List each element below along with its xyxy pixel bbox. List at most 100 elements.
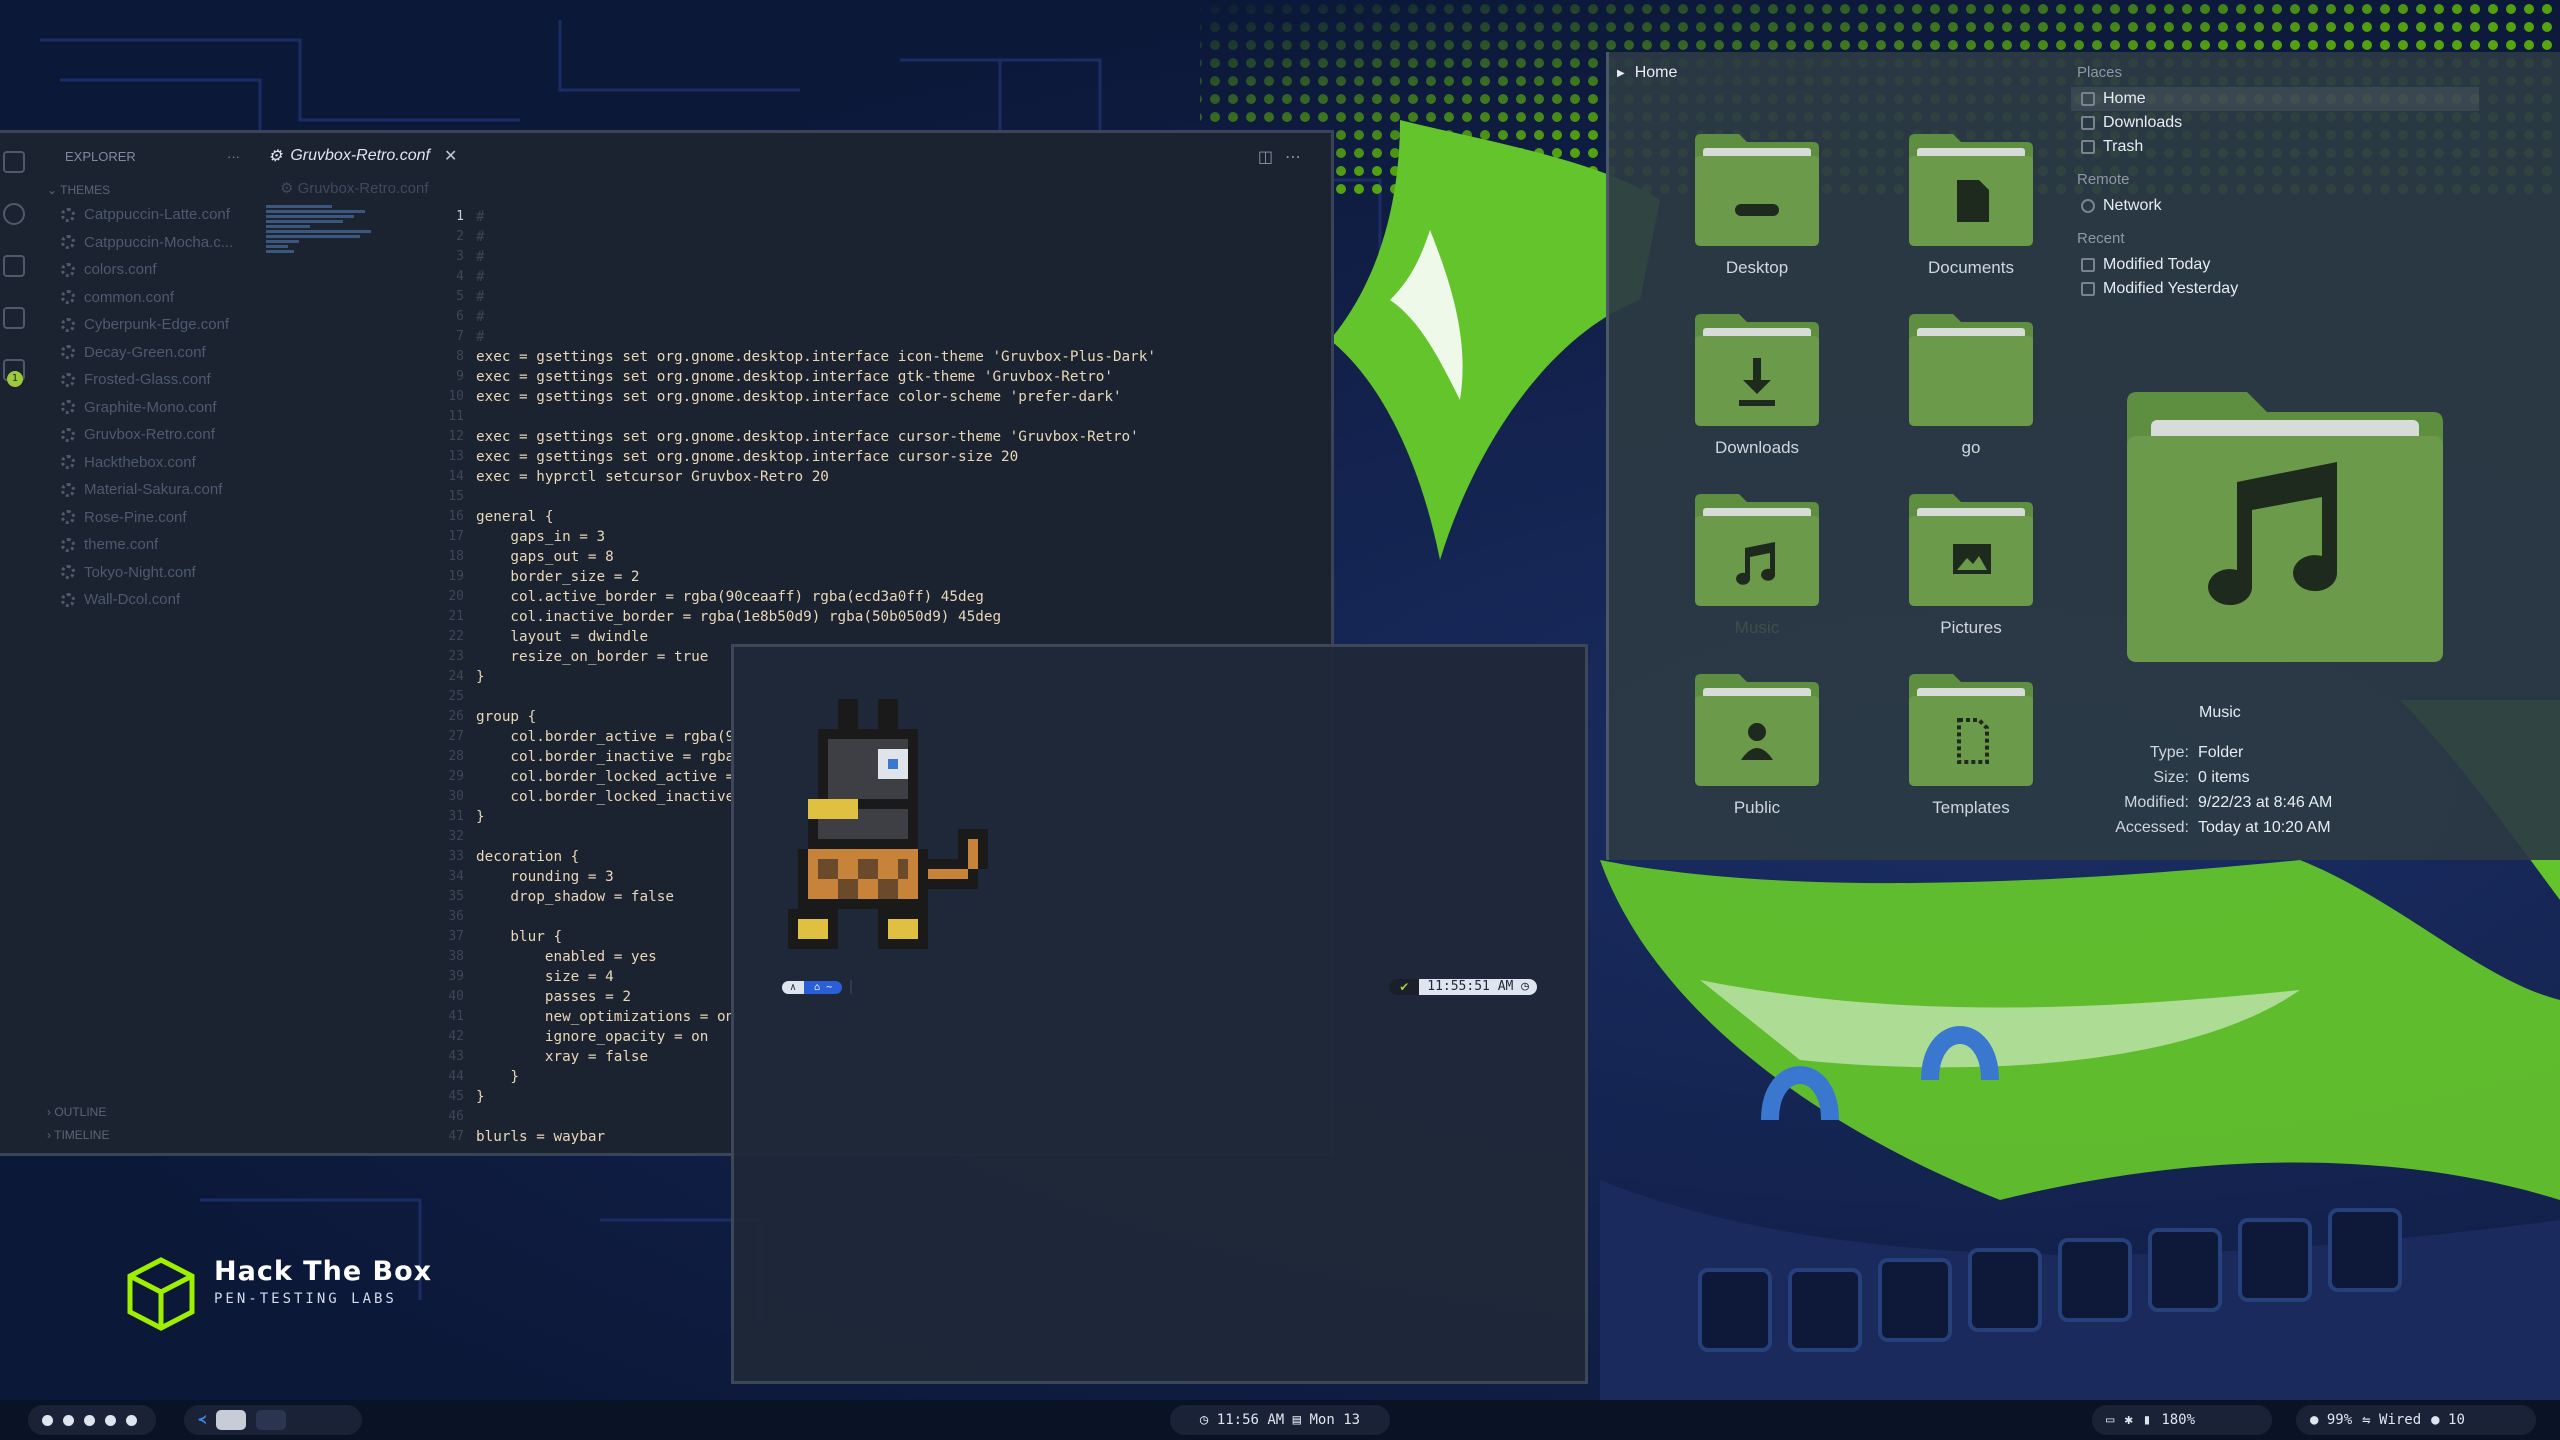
screenshot-icon[interactable] (126, 1414, 137, 1426)
file-item[interactable]: colors.conf (28, 256, 254, 284)
code-line: exec = gsettings set org.gnome.desktop.i… (476, 349, 1156, 365)
file-item[interactable]: Wall-Dcol.conf (28, 586, 254, 614)
battery-status: ● 99% (2310, 1412, 2353, 1428)
sidebar-item-modified-yesterday[interactable]: Modified Yesterday (2071, 277, 2531, 301)
prompt-time: 11:55:51 AM ◷ (1419, 979, 1537, 995)
tab-gruvbox-retro[interactable]: ⚙ Gruvbox-Retro.conf ✕ (268, 146, 457, 166)
sidebar-item-network[interactable]: Network (2071, 194, 2531, 218)
outline-section[interactable]: › OUTLINE (28, 1101, 254, 1124)
taskbar: ≺ ◷ 11:56 AM ▤ Mon 13 ▭ ✱ ▮ 180% ● 99% ⇋… (0, 1400, 2560, 1440)
display-icon[interactable]: ▭ (2106, 1412, 2114, 1428)
vscode-icon[interactable]: ≺ (198, 1412, 206, 1428)
ascii-art-comment: # (476, 209, 485, 225)
run-icon[interactable] (3, 307, 25, 329)
file-name: Cyberpunk-Edge.conf (84, 316, 230, 334)
network-status[interactable]: ⇋ Wired (2362, 1412, 2421, 1428)
status-tray-middle: ▭ ✱ ▮ 180% (2092, 1405, 2272, 1435)
location-bar[interactable]: ▶ Home (1617, 64, 1677, 82)
brand-tagline: PEN-TESTING LABS (214, 1291, 397, 1307)
gear-icon (61, 290, 75, 305)
line-number: 41 (448, 1009, 464, 1024)
themes-section[interactable]: ⌄ THEMES (28, 179, 254, 201)
htb-logo (127, 1257, 195, 1331)
file-item[interactable]: Frosted-Glass.conf (28, 366, 254, 394)
gear-icon (61, 235, 75, 250)
breadcrumb[interactable]: ⚙ Gruvbox-Retro.conf (254, 179, 1331, 201)
sidebar-item-home[interactable]: Home (2071, 87, 2479, 111)
file-item[interactable]: theme.conf (28, 531, 254, 559)
text-cursor (850, 980, 853, 994)
folder-item[interactable]: Music (1657, 490, 1857, 638)
file-item[interactable]: Tokyo-Night.conf (28, 559, 254, 587)
calendar-icon (2081, 282, 2095, 296)
outline-label: OUTLINE (54, 1105, 107, 1119)
minimap[interactable] (266, 203, 376, 323)
split-editor-icon[interactable]: ◫ (1258, 147, 1285, 166)
clipboard-icon[interactable] (63, 1414, 74, 1426)
line-number: 35 (448, 889, 464, 904)
line-number: 40 (448, 989, 464, 1004)
folder-label: Downloads (1714, 438, 1800, 457)
folder-item[interactable]: Public (1657, 670, 1857, 818)
bluetooth-icon[interactable]: ✱ (2124, 1412, 2132, 1428)
file-item[interactable]: Graphite-Mono.conf (28, 394, 254, 422)
property-key: Modified: (2124, 794, 2189, 811)
file-item[interactable]: Rose-Pine.conf (28, 504, 254, 532)
calendar-icon (2081, 258, 2095, 272)
source-control-icon[interactable] (3, 255, 25, 277)
sidebar-item-downloads[interactable]: Downloads (2071, 111, 2531, 135)
search-icon[interactable] (3, 203, 25, 225)
terminal-app-icon[interactable] (216, 1410, 247, 1430)
more-actions-icon[interactable]: ⋯ (1285, 147, 1313, 166)
tab-title: Gruvbox-Retro.conf (290, 147, 430, 164)
timeline-section[interactable]: › TIMELINE (28, 1124, 254, 1147)
file-name: Catppuccin-Mocha.c... (84, 233, 234, 251)
file-item[interactable]: Cyberpunk-Edge.conf (28, 311, 254, 339)
prompt-user-segment: ∧ (782, 980, 805, 994)
volume-status[interactable]: ● 10 (2431, 1412, 2465, 1428)
network-label: Wired (2379, 1412, 2422, 1428)
sidebar-item-modified-today[interactable]: Modified Today (2071, 253, 2531, 277)
preview-name: Music (2199, 704, 2241, 721)
code-line: col.active_border = rgba(90ceaaff) rgba(… (476, 589, 984, 605)
line-number: 47 (448, 1129, 464, 1144)
file-manager-app-icon[interactable] (256, 1410, 287, 1430)
file-name: colors.conf (84, 261, 157, 279)
property-key: Type: (2149, 744, 2189, 761)
line-number: 36 (448, 909, 464, 924)
power-icon[interactable] (42, 1414, 53, 1426)
app-dock: ≺ (184, 1405, 362, 1435)
line-number: 20 (448, 589, 464, 604)
folder-item[interactable]: Templates (1871, 670, 2071, 818)
file-item[interactable]: Catppuccin-Latte.conf (28, 201, 254, 229)
line-number: 15 (448, 489, 464, 504)
sidebar-item-trash[interactable]: Trash (2071, 135, 2531, 159)
file-item[interactable]: Hackthebox.conf (28, 449, 254, 477)
line-number: 3 (456, 249, 464, 264)
clock-widget[interactable]: ◷ 11:56 AM ▤ Mon 13 (1170, 1405, 1390, 1435)
ascii-art-comment: # (476, 249, 485, 265)
file-item[interactable]: common.conf (28, 284, 254, 312)
code-line: exec = gsettings set org.gnome.desktop.i… (476, 429, 1139, 445)
explorer-menu-button[interactable]: ··· (227, 149, 240, 164)
theme-icon[interactable] (105, 1414, 116, 1426)
wallpaper-icon[interactable] (84, 1414, 95, 1426)
file-item[interactable]: Gruvbox-Retro.conf (28, 421, 254, 449)
file-item[interactable]: Catppuccin-Mocha.c... (28, 229, 254, 257)
files-icon[interactable] (3, 151, 25, 173)
extensions-icon[interactable]: 1 (3, 359, 25, 387)
file-item[interactable]: Decay-Green.conf (28, 339, 254, 367)
file-item[interactable]: Material-Sakura.conf (28, 476, 254, 504)
folder-item[interactable]: Desktop (1657, 130, 1857, 278)
close-tab-icon[interactable]: ✕ (444, 146, 457, 166)
gear-icon (61, 317, 75, 332)
file-name: Tokyo-Night.conf (84, 563, 196, 581)
folder-item[interactable]: Downloads (1657, 310, 1857, 458)
line-number: 34 (448, 869, 464, 884)
line-number: 31 (448, 809, 464, 824)
folder-item[interactable]: go (1871, 310, 2071, 458)
gear-icon (61, 345, 75, 360)
terminal-window[interactable]: ∧ ⌂ ~ ✔ 11:55:51 AM ◷ (731, 644, 1588, 1384)
folder-item[interactable]: Pictures (1871, 490, 2071, 638)
folder-item[interactable]: Documents (1871, 130, 2071, 278)
